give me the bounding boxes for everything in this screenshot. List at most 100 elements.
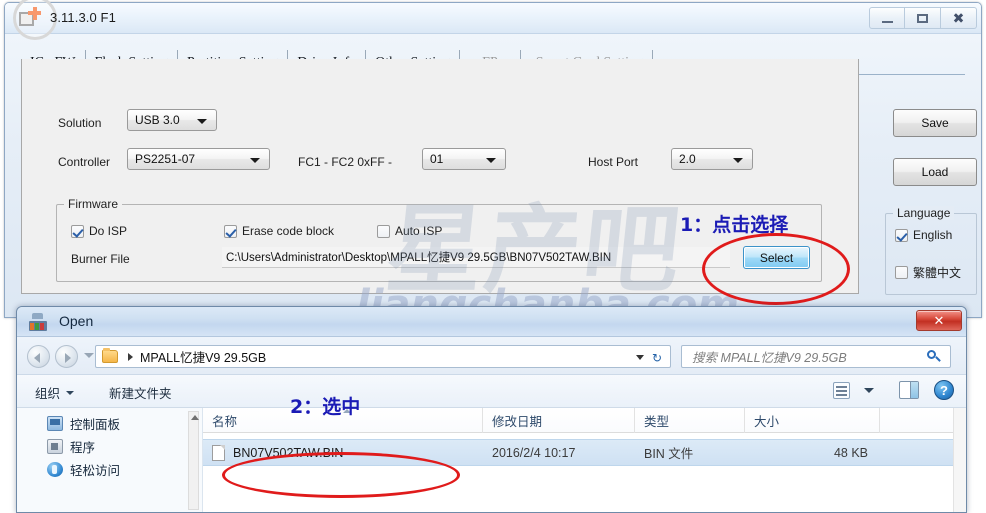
screenshot-root: 3.11.3.0 F1 ✖ IC _FW Flash Setting Parti… <box>0 0 986 513</box>
view-mode-icon[interactable] <box>833 382 850 399</box>
open-dialog-main-area: 控制面板 程序 轻松访问 名称 修改日期 类型 大小 BN07V502TAW.B… <box>17 407 966 512</box>
refresh-icon[interactable]: ↻ <box>648 350 666 366</box>
new-folder-label: 新建文件夹 <box>109 387 172 401</box>
ease-of-access-icon <box>47 462 63 477</box>
file-list-scrollbar[interactable] <box>953 408 966 512</box>
column-label: 修改日期 <box>492 414 543 429</box>
navigation-pane-scrollbar[interactable] <box>188 411 199 510</box>
auto-isp-label: Auto ISP <box>395 224 443 238</box>
file-name: BN07V502TAW.BIN <box>233 445 344 460</box>
solution-value: USB 3.0 <box>135 113 180 127</box>
close-button[interactable]: ✖ <box>941 7 977 29</box>
burner-file-value: C:\Users\Administrator\Desktop\MPALL忆捷V9… <box>226 252 612 264</box>
column-header-size[interactable]: 大小 <box>745 407 880 433</box>
column-header-type[interactable]: 类型 <box>635 407 745 433</box>
open-dialog-command-bar: 组织 新建文件夹 ? <box>17 375 966 408</box>
ic-fw-tab-panel: Solution USB 3.0 Controller PS2251-07 FC… <box>21 59 859 294</box>
column-label: 名称 <box>212 414 238 429</box>
chevron-down-icon <box>66 390 75 395</box>
burner-file-label: Burner File <box>71 252 130 266</box>
fc-value-dropdown[interactable]: 01 <box>422 148 506 170</box>
select-button-label: Select <box>759 250 794 265</box>
host-port-value: 2.0 <box>679 152 696 166</box>
back-button[interactable] <box>27 345 50 368</box>
file-name-cell: BN07V502TAW.BIN <box>203 440 483 465</box>
auto-isp-checkbox[interactable]: Auto ISP <box>377 224 442 238</box>
preview-pane-icon[interactable] <box>899 381 919 399</box>
column-label: 大小 <box>754 414 780 429</box>
file-list-pane: 名称 修改日期 类型 大小 BN07V502TAW.BIN 2016/2/4 1… <box>203 407 966 512</box>
fc-range-label: FC1 - FC2 0xFF - <box>298 155 393 169</box>
language-traditional-chinese-checkbox[interactable]: 繁體中文 <box>895 264 961 281</box>
sidebar-item-label: 控制面板 <box>70 418 121 432</box>
language-group-title: Language <box>893 206 955 220</box>
help-label: ? <box>940 382 948 398</box>
chevron-down-icon <box>250 158 260 163</box>
organize-label: 组织 <box>35 387 61 401</box>
help-button[interactable]: ? <box>934 380 954 400</box>
table-row[interactable]: BN07V502TAW.BIN 2016/2/4 10:17 BIN 文件 48… <box>203 439 966 466</box>
language-english-label: English <box>913 228 953 242</box>
save-button[interactable]: Save <box>893 109 977 137</box>
solution-dropdown[interactable]: USB 3.0 <box>127 109 217 131</box>
burner-file-input[interactable]: C:\Users\Administrator\Desktop\MPALL忆捷V9… <box>222 247 730 268</box>
language-english-checkbox[interactable]: English <box>895 228 952 242</box>
open-dialog-titlebar: Open ✕ <box>17 307 966 337</box>
file-size-cell: 48 KB <box>833 445 868 460</box>
solution-label: Solution <box>58 116 102 130</box>
mpall-main-window: 3.11.3.0 F1 ✖ IC _FW Flash Setting Parti… <box>4 0 982 318</box>
host-port-label: Host Port <box>588 155 639 169</box>
recent-locations-dropdown[interactable] <box>84 353 94 358</box>
programs-icon <box>47 439 63 454</box>
erase-code-block-label: Erase code block <box>242 224 335 238</box>
magnifier-icon <box>927 350 941 364</box>
column-header-date-modified[interactable]: 修改日期 <box>483 407 635 433</box>
open-file-dialog: Open ✕ MPALL忆捷V9 29.5GB ↻ 搜索 MPALL忆捷V9 2… <box>16 306 967 513</box>
window-controls: ✖ <box>869 7 977 29</box>
chevron-down-icon <box>197 119 207 124</box>
do-isp-checkbox[interactable]: Do ISP <box>71 224 127 238</box>
sidebar-item-label: 程序 <box>70 441 96 455</box>
breadcrumb-current-folder: MPALL忆捷V9 29.5GB <box>140 351 267 365</box>
file-date-modified-cell: 2016/2/4 10:17 <box>492 445 576 460</box>
sidebar-item-control-panel[interactable]: 控制面板 <box>17 412 202 435</box>
chevron-down-icon[interactable] <box>636 355 644 360</box>
forward-button[interactable] <box>55 345 78 368</box>
maximize-button[interactable] <box>905 7 941 29</box>
do-isp-label: Do ISP <box>89 224 128 238</box>
column-label: 类型 <box>644 414 670 429</box>
controller-dropdown[interactable]: PS2251-07 <box>127 148 270 170</box>
erase-code-block-checkbox[interactable]: Erase code block <box>224 224 334 238</box>
annotation-step-2: 2：选中 <box>290 396 361 418</box>
minimize-button[interactable] <box>869 7 905 29</box>
organize-menu-button[interactable]: 组织 <box>35 383 75 402</box>
view-mode-chevron-down-icon[interactable] <box>864 388 874 393</box>
language-traditional-chinese-label: 繁體中文 <box>913 266 962 280</box>
annotation-step-1: 1：点击选择 <box>680 214 789 236</box>
search-input[interactable]: 搜索 MPALL忆捷V9 29.5GB <box>681 345 951 368</box>
fc-value: 01 <box>430 152 444 166</box>
select-button[interactable]: Select <box>743 246 810 269</box>
host-port-dropdown[interactable]: 2.0 <box>671 148 753 170</box>
open-dialog-close-button[interactable]: ✕ <box>916 310 962 331</box>
firmware-group-title: Firmware <box>64 197 122 211</box>
save-button-label: Save <box>921 116 949 130</box>
address-bar[interactable]: MPALL忆捷V9 29.5GB ↻ <box>95 345 671 368</box>
main-window-titlebar: 3.11.3.0 F1 ✖ <box>5 0 981 40</box>
load-button-label: Load <box>921 165 949 179</box>
breadcrumb-separator-icon <box>128 352 133 361</box>
scroll-up-icon[interactable] <box>191 415 199 420</box>
folder-open-icon <box>29 313 47 331</box>
load-button[interactable]: Load <box>893 158 977 186</box>
search-placeholder: 搜索 MPALL忆捷V9 29.5GB <box>692 351 847 365</box>
language-groupbox: Language English 繁體中文 <box>885 206 977 295</box>
navigation-pane: 控制面板 程序 轻松访问 <box>17 408 203 512</box>
sidebar-item-programs[interactable]: 程序 <box>17 435 202 458</box>
bin-file-icon <box>212 444 225 461</box>
folder-icon <box>102 348 118 363</box>
open-dialog-navigation-bar: MPALL忆捷V9 29.5GB ↻ 搜索 MPALL忆捷V9 29.5GB <box>17 337 966 375</box>
new-folder-button[interactable]: 新建文件夹 <box>109 383 172 402</box>
sidebar-item-ease-of-access[interactable]: 轻松访问 <box>17 458 202 481</box>
open-dialog-title: Open <box>59 313 94 329</box>
sidebar-item-label: 轻松访问 <box>70 464 121 478</box>
